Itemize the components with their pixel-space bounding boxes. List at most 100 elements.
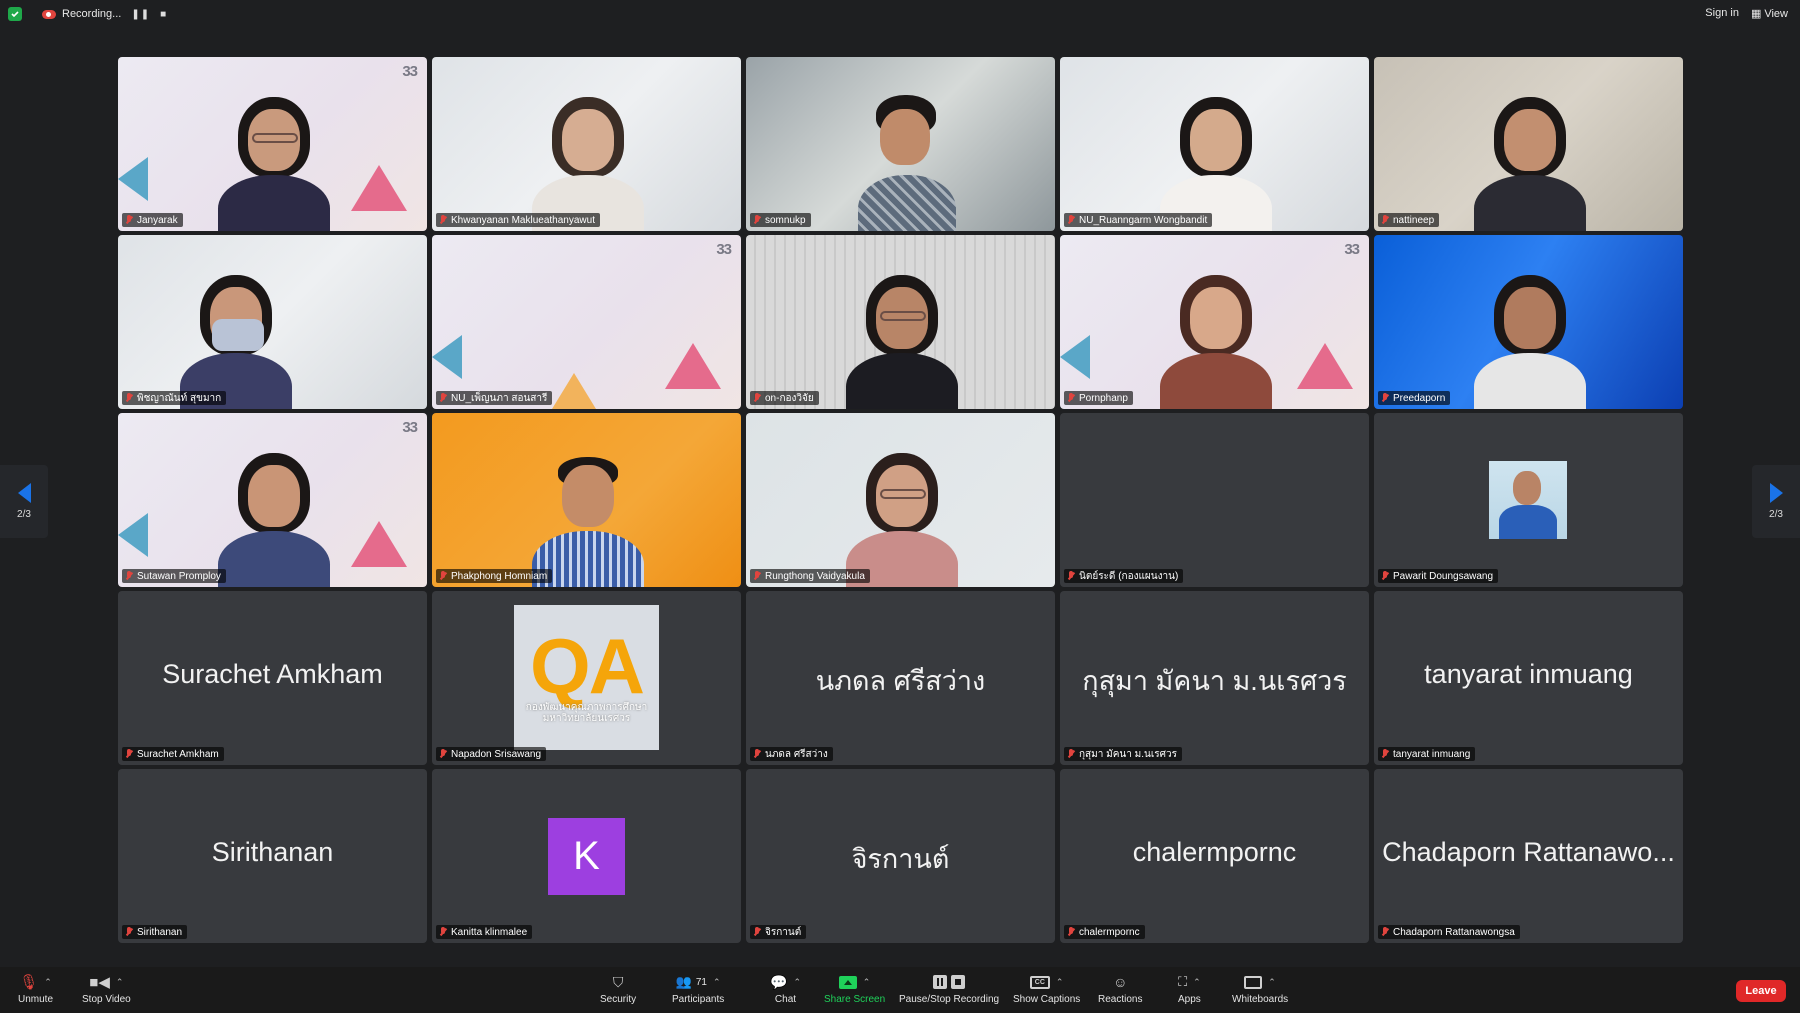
- participant-video: [528, 91, 646, 231]
- apps-button[interactable]: ⛶ ⌃ Apps: [1178, 973, 1201, 1005]
- participant-video: [857, 91, 956, 231]
- participant-tile[interactable]: Surachet Amkham Surachet Amkham: [118, 591, 427, 765]
- participant-name-tag: Janyarak: [122, 213, 183, 227]
- whiteboards-label: Whiteboards: [1232, 994, 1289, 1005]
- muted-mic-icon: [753, 571, 761, 581]
- next-page-button[interactable]: 2/3: [1752, 465, 1800, 538]
- participant-name-tag: Khwanyanan Maklueathanyawut: [436, 213, 600, 227]
- share-screen-button[interactable]: ⌃ Share Screen: [824, 973, 885, 1005]
- participant-name-tag: Phakphong Homniam: [436, 569, 553, 583]
- unmute-button[interactable]: 🎙 ⌃ Unmute: [18, 973, 53, 1005]
- event-logo: 33: [716, 241, 732, 258]
- captions-options-caret[interactable]: ⌃: [1056, 977, 1064, 988]
- participant-name: somnukp: [765, 214, 806, 226]
- participant-tile[interactable]: nattineep: [1374, 57, 1683, 231]
- security-button[interactable]: ⛉ Security: [600, 973, 636, 1006]
- participant-name-tag: nattineep: [1378, 213, 1440, 227]
- participant-tile[interactable]: นภดล ศรีสว่าง นภดล ศรีสว่าง: [746, 591, 1055, 765]
- share-options-caret[interactable]: ⌃: [863, 977, 871, 988]
- participants-count: 71: [695, 976, 707, 988]
- pause-stop-recording-button[interactable]: Pause/Stop Recording: [899, 973, 999, 1005]
- participant-display-name: จิรกานต์: [851, 844, 950, 874]
- security-shield-icon[interactable]: [8, 7, 22, 21]
- pause-icon[interactable]: [933, 975, 948, 989]
- participant-name-tag: Napadon Srisawang: [436, 747, 547, 761]
- event-logo: 33: [402, 419, 418, 436]
- reactions-label: Reactions: [1098, 994, 1143, 1005]
- participant-tile[interactable]: Phakphong Homniam: [432, 413, 741, 587]
- participant-tile[interactable]: Chadaporn Rattanawo... Chadaporn Rattana…: [1374, 769, 1683, 943]
- participant-video: [842, 447, 960, 587]
- participants-button[interactable]: 👥 71 ⌃ Participants: [672, 973, 724, 1005]
- muted-mic-icon: [753, 393, 761, 403]
- participant-tile[interactable]: Khwanyanan Maklueathanyawut: [432, 57, 741, 231]
- participant-tile[interactable]: 33 NU_เพ็ญนภา สอนสารี: [432, 235, 741, 409]
- participant-tile[interactable]: on-กองวิจัย: [746, 235, 1055, 409]
- participant-name-tag: กุสุมา มัคนา ม.นเรศวร: [1064, 747, 1182, 761]
- recording-stop-icon[interactable]: ■: [160, 9, 167, 20]
- participant-name: nattineep: [1393, 214, 1435, 226]
- leave-button[interactable]: Leave: [1736, 980, 1786, 1002]
- show-captions-button[interactable]: CC ⌃ Show Captions: [1013, 973, 1080, 1005]
- chat-options-caret[interactable]: ⌃: [793, 977, 801, 988]
- unmute-options-caret[interactable]: ⌃: [44, 977, 52, 988]
- participant-tile[interactable]: Rungthong Vaidyakula: [746, 413, 1055, 587]
- video-options-caret[interactable]: ⌃: [116, 977, 124, 988]
- participant-tile[interactable]: Preedaporn: [1374, 235, 1683, 409]
- recording-indicator[interactable]: Recording...: [42, 8, 121, 20]
- whiteboards-button[interactable]: ⌃ Whiteboards: [1232, 973, 1288, 1005]
- recording-pause-icon[interactable]: ❚❚: [131, 9, 150, 20]
- participants-label: Participants: [672, 994, 725, 1005]
- participant-tile[interactable]: somnukp: [746, 57, 1055, 231]
- participant-name-tag: Rungthong Vaidyakula: [750, 569, 870, 583]
- participant-tile[interactable]: 33 Sutawan Promploy: [118, 413, 427, 587]
- participant-name: chalermpornc: [1079, 926, 1140, 938]
- arrow-left-icon: [17, 483, 31, 503]
- page-indicator-right: 2/3: [1769, 509, 1783, 520]
- whiteboards-options-caret[interactable]: ⌃: [1268, 977, 1276, 988]
- participant-tile[interactable]: 33 Janyarak: [118, 57, 427, 231]
- stop-icon[interactable]: [951, 975, 966, 989]
- participant-display-name: chalermpornc: [1132, 837, 1297, 867]
- participant-tile[interactable]: 33 Pornphanp: [1060, 235, 1369, 409]
- share-screen-icon: [838, 975, 857, 989]
- participant-name-tag: Preedaporn: [1378, 391, 1451, 405]
- participant-tile[interactable]: Sirithanan Sirithanan: [118, 769, 427, 943]
- sign-in-link[interactable]: Sign in: [1705, 7, 1739, 20]
- participant-tile[interactable]: chalermpornc chalermpornc: [1060, 769, 1369, 943]
- apps-icon: ⛶: [1178, 974, 1188, 989]
- participant-video: [842, 269, 960, 409]
- pause-stop-recording-label: Pause/Stop Recording: [899, 994, 1000, 1005]
- participant-tile[interactable]: NU_Ruanngarm Wongbandit: [1060, 57, 1369, 231]
- participants-options-caret[interactable]: ⌃: [713, 977, 721, 988]
- participant-tile[interactable]: นิตย์ระดี (กองแผนงาน): [1060, 413, 1369, 587]
- participant-name: tanyarat inmuang: [1393, 748, 1471, 760]
- participant-name: Pornphanp: [1079, 392, 1128, 404]
- muted-mic-icon: [1067, 571, 1075, 581]
- participant-tile[interactable]: พิชญาณันท์ สุขมาก: [118, 235, 427, 409]
- participant-name: Sutawan Promploy: [137, 570, 221, 582]
- participant-tile[interactable]: K Kanitta klinmalee: [432, 769, 741, 943]
- apps-options-caret[interactable]: ⌃: [1193, 977, 1201, 988]
- muted-mic-icon: [753, 927, 761, 937]
- previous-page-button[interactable]: 2/3: [0, 465, 48, 538]
- participant-name: Janyarak: [137, 214, 178, 226]
- participant-name-tag: พิชญาณันท์ สุขมาก: [122, 391, 227, 405]
- participant-video: [1470, 91, 1588, 231]
- participant-video: [1470, 269, 1588, 409]
- apps-label: Apps: [1178, 994, 1201, 1005]
- participant-display-name: Sirithanan: [211, 837, 334, 867]
- participant-tile[interactable]: QA กองพัฒนาคุณภาพการศึกษา มหาวิทยาลัยนเร…: [432, 591, 741, 765]
- participant-tile[interactable]: กุสุมา มัคนา ม.นเรศวร กุสุมา มัคนา ม.นเร…: [1060, 591, 1369, 765]
- chat-bubble-icon: 💬: [770, 973, 788, 990]
- chat-button[interactable]: 💬 ⌃ Chat: [770, 973, 801, 1006]
- participant-name-tag: Surachet Amkham: [122, 747, 224, 761]
- reactions-button[interactable]: ☺ Reactions: [1098, 973, 1142, 1005]
- participant-tile[interactable]: tanyarat inmuang tanyarat inmuang: [1374, 591, 1683, 765]
- view-button[interactable]: ▦ View: [1751, 7, 1788, 21]
- participant-tile[interactable]: Pawarit Doungsawang: [1374, 413, 1683, 587]
- stop-video-button[interactable]: ■◀ ⌃ Stop Video: [82, 973, 131, 1005]
- participant-name-tag: on-กองวิจัย: [750, 391, 819, 405]
- participant-display-name: tanyarat inmuang: [1424, 659, 1633, 689]
- participant-tile[interactable]: จิรกานต์ จิรกานต์: [746, 769, 1055, 943]
